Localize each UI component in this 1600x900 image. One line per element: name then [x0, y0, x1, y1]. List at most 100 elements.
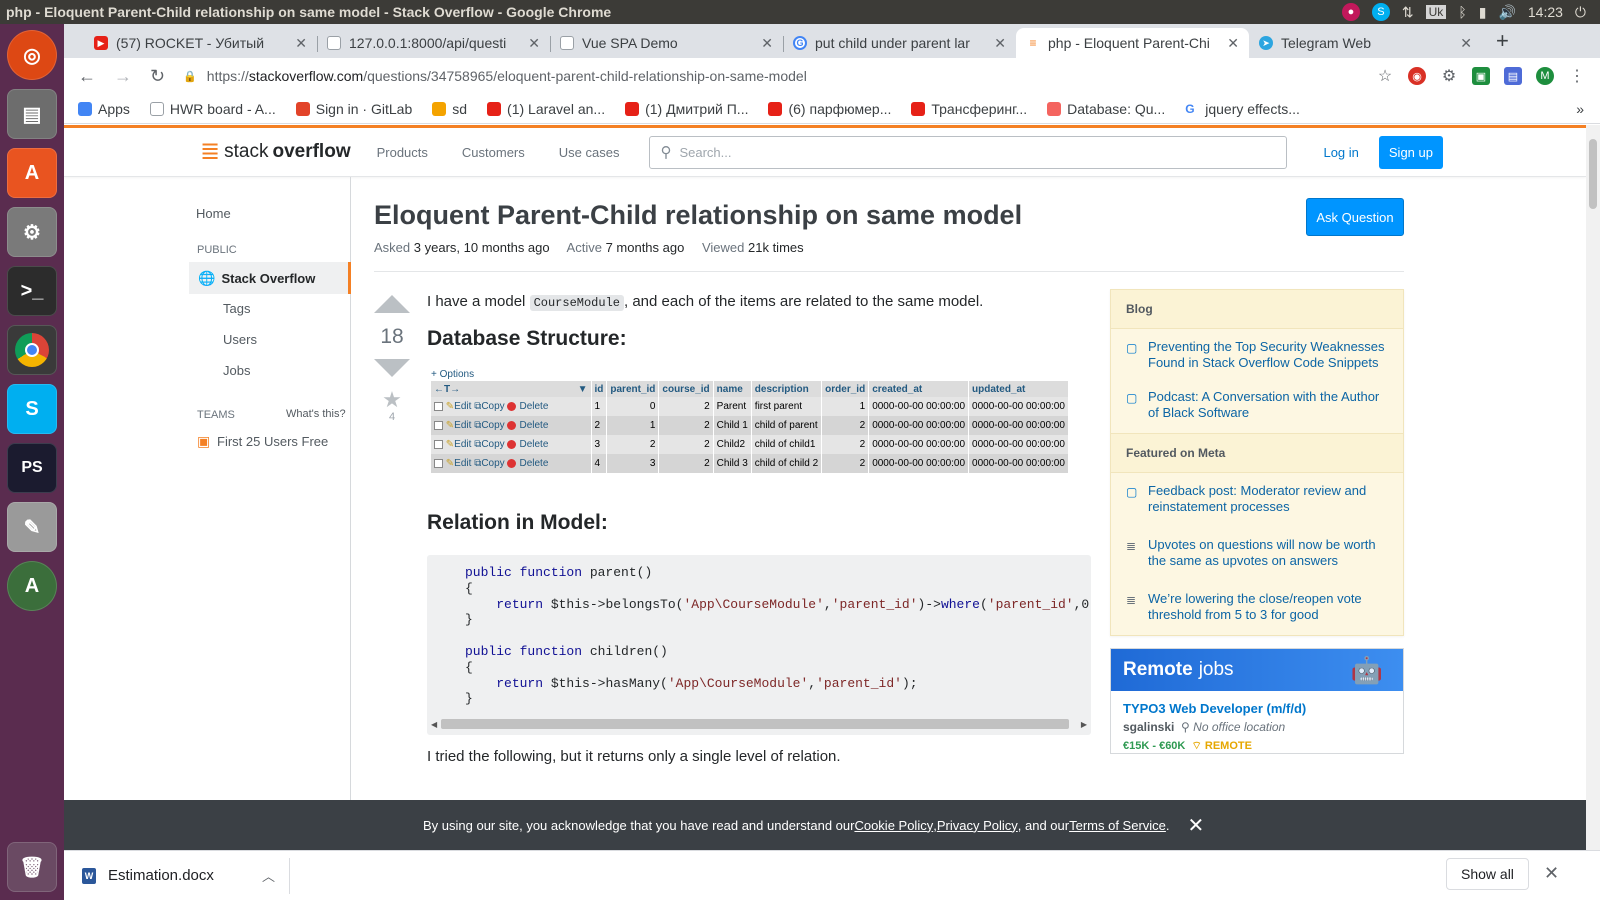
power-icon[interactable]: ⏻ [1575, 4, 1586, 21]
favorite-star-icon[interactable]: ★ [374, 389, 410, 411]
search-input[interactable]: ⚲ Search... [649, 135, 1288, 169]
teams-free-link[interactable]: First 25 Users Free [217, 434, 328, 449]
active-value[interactable]: 7 months ago [606, 240, 685, 255]
volume-icon[interactable]: 🔊 [1498, 4, 1515, 21]
row-edit-link[interactable]: Edit [454, 458, 471, 469]
trash-icon[interactable]: 🗑 [7, 842, 57, 892]
row-edit-link[interactable]: Edit [454, 439, 471, 450]
menu-kebab-icon[interactable]: ⋮ [1568, 67, 1586, 85]
skype-tray-icon[interactable]: S [1371, 3, 1390, 21]
forward-icon[interactable]: → [114, 66, 132, 87]
terminal-icon[interactable]: >_ [7, 266, 57, 316]
meta-link[interactable]: Feedback post: Moderator review and rein… [1148, 483, 1388, 515]
nav-customers[interactable]: Customers [462, 145, 525, 160]
extension-gear-icon[interactable]: ⚙ [1440, 67, 1458, 85]
network-icon[interactable]: ⇅ [1402, 4, 1414, 21]
chrome-launcher-icon[interactable] [7, 325, 57, 375]
meta-item[interactable]: ▢ Feedback post: Moderator review and rei… [1111, 473, 1403, 523]
tab-telegram[interactable]: ➤ Telegram Web ✕ [1249, 28, 1482, 58]
keyboard-layout[interactable]: Uk [1425, 5, 1447, 19]
text-editor-icon[interactable]: ✎ [7, 502, 57, 552]
tab-google-search[interactable]: G put child under parent lar ✕ [783, 28, 1016, 58]
cookie-policy-link[interactable]: Cookie Policy [854, 818, 933, 833]
so-logo[interactable]: ≣ stack overflow [200, 140, 351, 164]
bookmark-jquery[interactable]: Gjquery effects... [1185, 101, 1300, 117]
row-edit-link[interactable]: Edit [454, 401, 471, 412]
firefox-dev-icon[interactable]: ● [1341, 3, 1360, 21]
files-icon[interactable]: ▤ [7, 89, 57, 139]
login-button[interactable]: Log in [1313, 137, 1368, 168]
bookmark-dmitriy[interactable]: (1) Дмитрий П... [625, 101, 748, 117]
bookmark-gitlab[interactable]: Sign in · GitLab [295, 101, 412, 117]
battery-icon[interactable]: ▮ [1479, 4, 1487, 21]
bookmark-database[interactable]: Database: Qu... [1047, 101, 1165, 117]
download-item[interactable]: W Estimation.docx ︿ [64, 857, 290, 894]
close-icon[interactable]: ✕ [1544, 863, 1559, 884]
row-copy-link[interactable]: Copy [481, 439, 504, 450]
terms-link[interactable]: Terms of Service [1069, 818, 1166, 833]
extension-blue-icon[interactable]: ▤ [1504, 67, 1522, 85]
ask-question-button[interactable]: Ask Question [1306, 198, 1404, 236]
whats-this-link[interactable]: What's this? [286, 408, 346, 420]
meta-item[interactable]: ≣ We’re lowering the close/reopen vote th… [1111, 577, 1403, 635]
meta-link[interactable]: We’re lowering the close/reopen vote thr… [1148, 591, 1388, 623]
row-copy-link[interactable]: Copy [481, 420, 504, 431]
row-copy-link[interactable]: Copy [481, 401, 504, 412]
adblock-icon[interactable]: ◉ [1408, 67, 1426, 85]
clock[interactable]: 14:23 [1528, 4, 1563, 20]
tab-vue-spa-demo[interactable]: Vue SPA Demo ✕ [550, 28, 783, 58]
bookmarks-overflow-icon[interactable]: » [1576, 101, 1584, 117]
skype-launcher-icon[interactable]: S [7, 384, 57, 434]
bookmark-laravel[interactable]: (1) Laravel an... [487, 101, 605, 117]
code-horizontal-scrollbar[interactable]: ◀ ▶ [431, 719, 1087, 729]
close-icon[interactable]: ✕ [1188, 813, 1205, 838]
close-icon[interactable]: ✕ [295, 35, 307, 52]
row-checkbox[interactable] [434, 401, 443, 411]
tab-stackoverflow[interactable]: ≡ php - Eloquent Parent-Chi ✕ [1016, 28, 1249, 58]
nav-tags[interactable]: Tags [223, 301, 250, 316]
bookmark-star-icon[interactable]: ☆ [1376, 67, 1394, 85]
blog-link[interactable]: Preventing the Top Security Weaknesses F… [1148, 339, 1388, 371]
nav-stack-overflow[interactable]: 🌐 Stack Overflow [189, 262, 351, 294]
close-icon[interactable]: ✕ [1460, 35, 1472, 52]
row-delete-link[interactable]: Delete [507, 401, 548, 412]
row-checkbox[interactable] [434, 439, 443, 449]
phpstorm-icon[interactable]: PS [7, 443, 57, 493]
nav-products[interactable]: Products [377, 145, 428, 160]
software-center-icon[interactable]: A [7, 148, 57, 198]
privacy-policy-link[interactable]: Privacy Policy [937, 818, 1018, 833]
row-delete-link[interactable]: Delete [507, 458, 548, 469]
ubuntu-home-icon[interactable]: ◎ [7, 30, 57, 80]
bookmark-parfumer[interactable]: (6) парфюмер... [768, 101, 891, 117]
row-checkbox[interactable] [434, 458, 443, 468]
close-icon[interactable]: ✕ [994, 35, 1006, 52]
bookmark-hwr-board[interactable]: HWR board - A... [149, 101, 276, 117]
row-edit-link[interactable]: Edit [454, 420, 471, 431]
bookmark-transfering[interactable]: Трансферинг... [911, 101, 1027, 117]
close-icon[interactable]: ✕ [1227, 35, 1239, 52]
software-updater-icon[interactable]: A [7, 561, 57, 611]
blog-link[interactable]: Podcast: A Conversation with the Author … [1148, 389, 1388, 421]
extension-green-icon[interactable]: ▣ [1472, 67, 1490, 85]
row-delete-link[interactable]: Delete [507, 439, 548, 450]
close-icon[interactable]: ✕ [528, 35, 540, 52]
bookmark-sd[interactable]: sd [432, 101, 467, 117]
new-tab-button[interactable]: + [1482, 28, 1523, 58]
system-settings-icon[interactable]: ⚙ [7, 207, 57, 257]
meta-link[interactable]: Upvotes on questions will now be worth t… [1148, 537, 1388, 569]
blog-item[interactable]: ▢ Podcast: A Conversation with the Author… [1111, 379, 1403, 433]
row-checkbox[interactable] [434, 420, 443, 430]
scrollbar-thumb[interactable] [441, 719, 1069, 729]
question-title[interactable]: Eloquent Parent-Child relationship on sa… [374, 200, 1022, 231]
bluetooth-icon[interactable]: ᛒ [1458, 4, 1466, 20]
tab-youtube-rocket[interactable]: ▶ (57) ROCKET - Убитый ✕ [84, 28, 317, 58]
blog-item[interactable]: ▢ Preventing the Top Security Weaknesses … [1111, 329, 1403, 379]
job-title[interactable]: TYPO3 Web Developer (m/f/d) [1111, 691, 1403, 716]
row-delete-link[interactable]: Delete [507, 420, 548, 431]
signup-button[interactable]: Sign up [1378, 135, 1443, 169]
close-icon[interactable]: ✕ [761, 35, 773, 52]
show-all-button[interactable]: Show all [1446, 858, 1529, 890]
meta-item[interactable]: ≣ Upvotes on questions will now be worth … [1111, 523, 1403, 577]
nav-users[interactable]: Users [223, 332, 257, 347]
bookmark-apps[interactable]: Apps [78, 101, 130, 117]
